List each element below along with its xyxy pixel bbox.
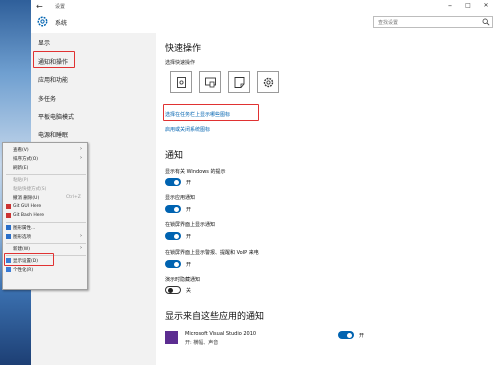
menu-item-paste-shortcut[interactable]: 粘贴快捷方式(S) [13,186,46,192]
highlight-box-notifications [33,51,75,68]
menu-item-graphics-properties[interactable]: 图形属性... [13,225,35,231]
tablet-icon [177,77,186,88]
quick-actions-heading: 快速操作 [165,44,202,54]
chevron-right-icon: › [80,245,82,251]
main-content: 快速操作 选择快速操作 选择在任务栏上显示哪些图标 启用或关闭系统图标 通知 显… [163,33,500,365]
menu-item-new[interactable]: 新建(W) [13,246,30,252]
lockscreen-notifications-toggle[interactable] [165,232,181,240]
highlight-box-display-settings [4,253,54,266]
app-notifications-toggle[interactable] [165,205,181,213]
quick-action-tile-2[interactable] [199,71,221,93]
quick-action-tile-1[interactable] [170,71,192,93]
menu-item-sort[interactable]: 排序方式(O) [13,156,38,162]
settings-header: 系统 查找设置 [31,14,500,32]
quick-action-tile-3[interactable] [228,71,250,93]
page-title: 系统 [55,20,68,27]
gear-icon [37,16,48,27]
highlight-box-taskbar-link [163,104,259,121]
system-icons-link[interactable]: 启用或关闭系统图标 [165,126,210,133]
notification-setting-label: 显示有关 Windows 的提示 [165,169,226,175]
close-button[interactable]: ✕ [477,2,495,9]
sidebar-item-multitasking[interactable]: 多任务 [38,94,56,103]
notification-setting-label: 在锁屏界面上显示警报、提醒和 VoIP 来电 [165,250,259,256]
note-icon [234,77,245,88]
sidebar-item-power[interactable]: 电源和睡眠 [38,130,68,139]
sidebar-item-apps[interactable]: 应用和功能 [38,75,68,84]
minimize-button[interactable]: – [441,1,459,10]
toggle-state: 关 [186,288,192,294]
toggle-state: 开 [186,180,192,186]
menu-item-refresh[interactable]: 刷新(E) [13,165,28,171]
window-title: 设置 [55,4,66,10]
settings-icon [263,77,274,88]
app-notifications-heading: 显示来自这些应用的通知 [165,312,265,322]
chevron-right-icon: › [80,146,82,152]
personalize-icon [6,267,11,272]
toggle-state: 开 [186,262,192,268]
sidebar-item-tablet-mode[interactable]: 平板电脑模式 [38,112,74,121]
menu-item-view[interactable]: 查看(V) [13,147,29,153]
app-detail: 开: 横幅、声音 [185,340,219,346]
maximize-button[interactable]: □ [459,2,477,9]
menu-item-paste[interactable]: 粘贴(P) [13,177,28,183]
menu-item-git-bash[interactable]: Git Bash Here [13,213,44,218]
presentation-hide-toggle[interactable] [165,286,181,294]
back-button[interactable]: ← [36,2,43,11]
chevron-right-icon: › [80,233,82,239]
menu-item-personalize[interactable]: 个性化(R) [13,267,33,273]
visual-studio-icon [165,331,178,344]
search-input[interactable]: 查找设置 [373,16,493,28]
title-bar: ← 设置 – □ ✕ [31,0,500,14]
search-placeholder: 查找设置 [378,20,399,26]
notification-setting-label: 演示时隐藏通知 [165,277,201,283]
visual-studio-toggle[interactable] [338,331,354,339]
menu-separator [6,174,86,175]
menu-item-graphics-options[interactable]: 图形选项 [13,234,31,240]
app-name: Microsoft Visual Studio 2010 [185,331,257,337]
notification-setting-label: 显示应用通知 [165,195,196,201]
chevron-right-icon: › [80,155,82,161]
sidebar-item-display[interactable]: 显示 [38,38,50,47]
git-icon [6,213,11,218]
git-icon [6,204,11,209]
toggle-state: 开 [359,333,365,339]
quick-action-tile-4[interactable] [257,71,279,93]
notifications-heading: 通知 [165,151,184,161]
graphics-icon [6,234,11,239]
desktop-context-menu: 查看(V) › 排序方式(O) › 刷新(E) 粘贴(P) 粘贴快捷方式(S) … [2,142,88,290]
menu-separator [6,243,86,244]
quick-actions-subheading: 选择快速操作 [165,60,196,66]
menu-separator [6,222,86,223]
search-icon[interactable] [482,18,490,26]
toggle-state: 开 [186,207,192,213]
toggle-state: 开 [186,234,192,240]
graphics-icon [6,225,11,230]
tips-toggle[interactable] [165,178,181,186]
connect-icon [205,77,216,88]
settings-window: ← 设置 – □ ✕ 系统 查找设置 显示 通知和操作 应用和功能 多任务 平板… [31,0,500,365]
menu-shortcut: Ctrl+Z [66,195,81,200]
notification-setting-label: 在锁屏界面上显示通知 [165,222,216,228]
menu-item-undo-delete[interactable]: 撤消 删除(U) [13,195,39,201]
menu-item-git-gui[interactable]: Git GUI Here [13,204,41,209]
lockscreen-alarms-toggle[interactable] [165,260,181,268]
